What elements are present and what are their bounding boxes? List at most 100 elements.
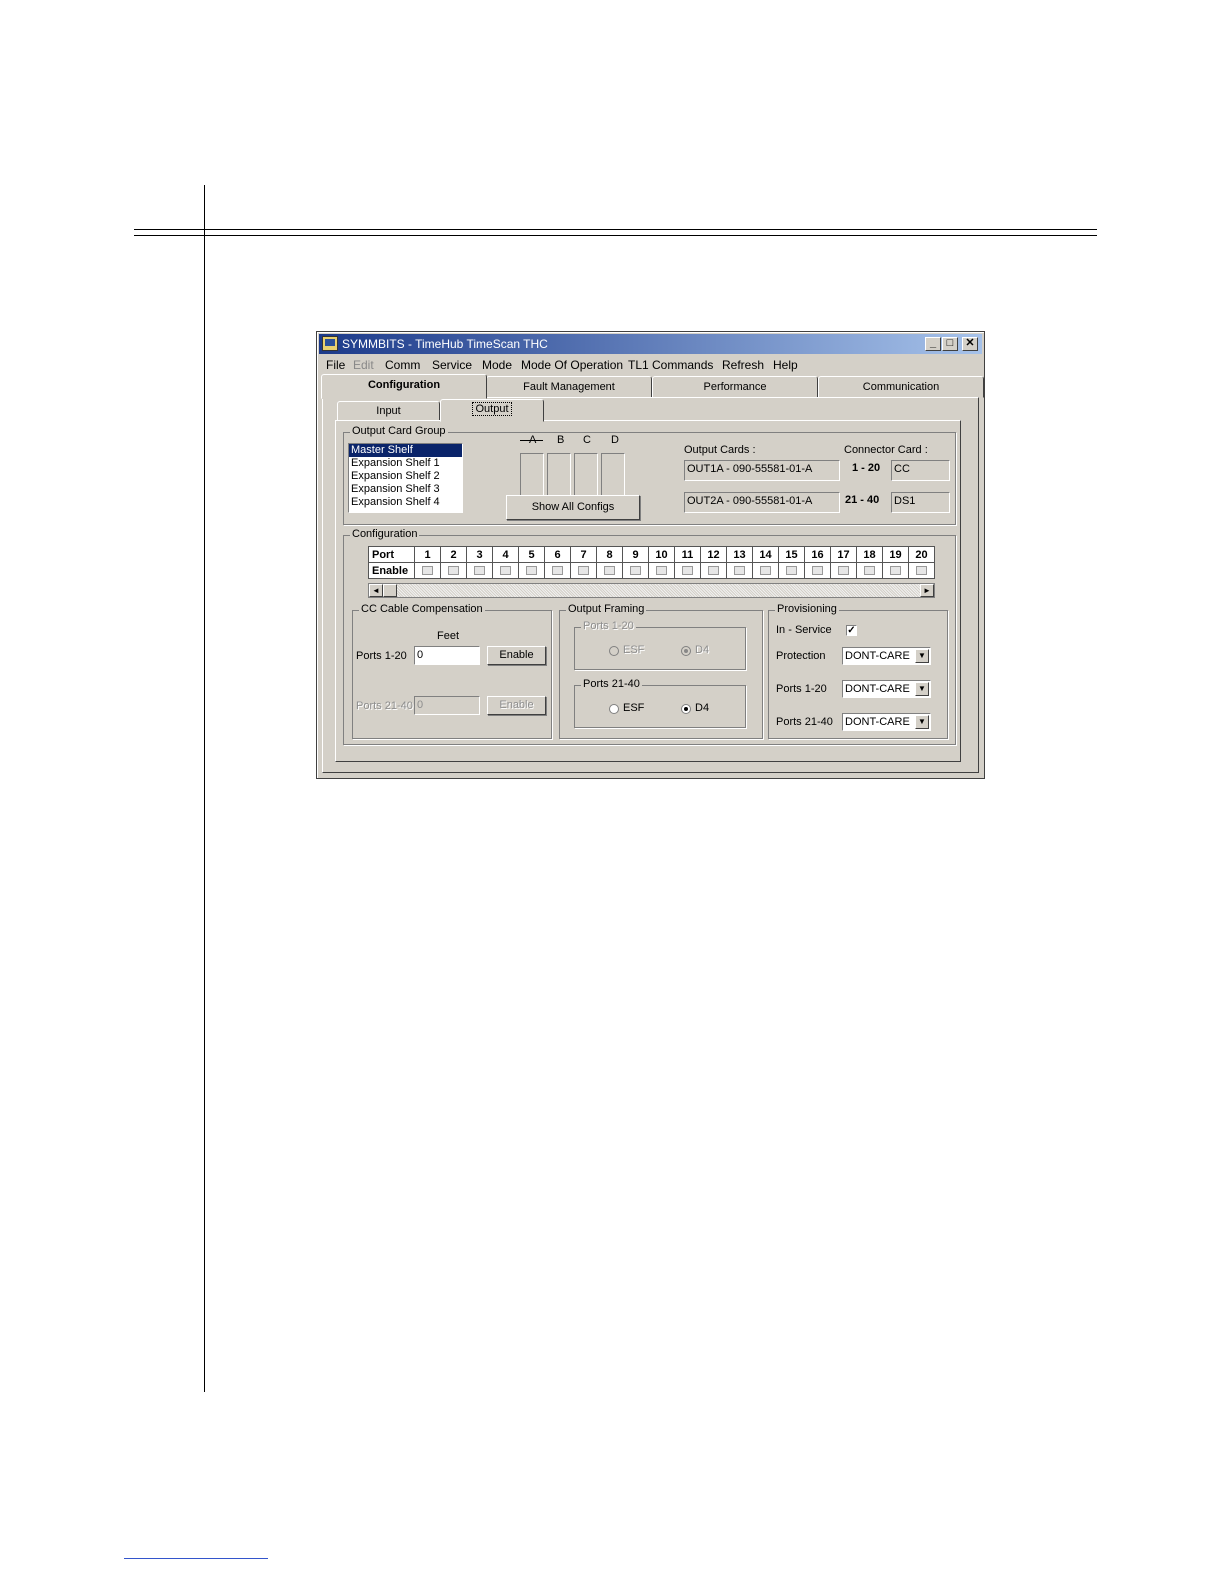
chevron-down-icon[interactable]: ▼ — [915, 715, 929, 729]
shelf-item-expansion-1[interactable]: Expansion Shelf 1 — [349, 457, 462, 470]
scroll-left-arrow-icon[interactable]: ◄ — [369, 584, 383, 597]
scroll-right-arrow-icon[interactable]: ► — [920, 584, 934, 597]
cc-ports-21-40-enable-button[interactable]: Enable — [487, 696, 546, 715]
protection-select[interactable]: DONT-CARE ▼ — [842, 647, 931, 665]
port-enable-checkbox[interactable] — [440, 562, 467, 579]
port-enable-checkbox[interactable] — [492, 562, 519, 579]
output-framing-label: Output Framing — [566, 603, 647, 615]
tab-output-label: Output — [472, 402, 512, 416]
close-button[interactable]: ✕ — [962, 337, 978, 351]
menu-file[interactable]: File — [326, 358, 345, 372]
prov-ports-1-20-value: DONT-CARE — [845, 683, 910, 695]
menu-mode-of-operation[interactable]: Mode Of Operation — [521, 358, 623, 372]
header-rule-bottom — [134, 235, 1097, 236]
output-card-group: Output Card Group Master Shelf Expansion… — [343, 425, 956, 525]
port-number: 2 — [440, 546, 467, 563]
chevron-down-icon[interactable]: ▼ — [915, 649, 929, 663]
output-card-1-field: OUT1A - 090-55581-01-A — [684, 460, 840, 481]
menu-help[interactable]: Help — [773, 358, 798, 372]
tab-performance[interactable]: Performance — [652, 376, 818, 398]
enable-header: Enable — [368, 562, 415, 579]
title-bar[interactable]: SYMMBITS - TimeHub TimeScan THC _ □ ✕ — [319, 334, 982, 354]
tab-input[interactable]: Input — [337, 401, 440, 421]
prov-ports-21-40-select[interactable]: DONT-CARE ▼ — [842, 713, 931, 731]
tab-output[interactable]: Output — [440, 399, 544, 422]
cc-ports-21-40-input[interactable]: 0 — [414, 696, 480, 715]
cc-ports-1-20-input[interactable]: 0 — [414, 646, 480, 665]
port-number: 17 — [830, 546, 857, 563]
port-enable-checkbox[interactable] — [622, 562, 649, 579]
port-enable-checkbox[interactable] — [856, 562, 883, 579]
port-enable-checkbox[interactable] — [830, 562, 857, 579]
port-enable-checkbox[interactable] — [596, 562, 623, 579]
shelf-listbox[interactable]: Master Shelf Expansion Shelf 1 Expansion… — [348, 443, 463, 513]
port-enable-checkbox[interactable] — [674, 562, 701, 579]
range-21-40-label: 21 - 40 — [845, 494, 880, 506]
app-window: SYMMBITS - TimeHub TimeScan THC _ □ ✕ Fi… — [316, 331, 985, 779]
prov-ports-21-40-label: Ports 21-40 — [776, 716, 833, 728]
port-enable-checkbox[interactable] — [648, 562, 675, 579]
minimize-button[interactable]: _ — [925, 337, 941, 351]
port-number: 18 — [856, 546, 883, 563]
port-number: 4 — [492, 546, 519, 563]
port-enable-checkbox[interactable] — [414, 562, 441, 579]
shelf-item-expansion-4[interactable]: Expansion Shelf 4 — [349, 496, 462, 509]
port-number: 13 — [726, 546, 753, 563]
cc-ports-1-20-enable-button[interactable]: Enable — [487, 646, 546, 665]
show-all-configs-button[interactable]: Show All Configs — [506, 495, 640, 520]
port-enable-checkbox[interactable] — [570, 562, 597, 579]
menu-edit[interactable]: Edit — [353, 358, 374, 372]
scroll-thumb[interactable] — [383, 584, 397, 597]
connector-card-1-field: CC — [891, 460, 950, 481]
connector-card-label: Connector Card : — [844, 444, 928, 456]
tab-communication[interactable]: Communication — [818, 376, 984, 398]
prov-ports-1-20-label: Ports 1-20 — [776, 683, 827, 695]
port-number: 14 — [752, 546, 779, 563]
framing-21-40-d4-radio[interactable] — [681, 704, 691, 714]
tab-configuration[interactable]: Configuration — [321, 374, 487, 399]
menu-mode[interactable]: Mode — [482, 358, 512, 372]
prov-ports-1-20-select[interactable]: DONT-CARE ▼ — [842, 680, 931, 698]
tab-fault-management[interactable]: Fault Management — [486, 376, 652, 398]
framing-ports-1-20-group: Ports 1-20 ESF D4 — [574, 620, 746, 670]
framing-21-40-d4-label: D4 — [695, 702, 710, 714]
shelf-item-master[interactable]: Master Shelf — [349, 444, 462, 457]
maximize-button[interactable]: □ — [942, 337, 958, 351]
framing-21-40-esf-label: ESF — [623, 702, 645, 714]
port-enable-checkbox[interactable] — [518, 562, 545, 579]
port-enable-checkbox[interactable] — [778, 562, 805, 579]
port-number: 12 — [700, 546, 727, 563]
menu-tl1-commands[interactable]: TL1 Commands — [628, 358, 713, 372]
menu-refresh[interactable]: Refresh — [722, 358, 764, 372]
port-number: 5 — [518, 546, 545, 563]
prov-ports-21-40-value: DONT-CARE — [845, 716, 910, 728]
menu-service[interactable]: Service — [432, 358, 472, 372]
framing-1-20-d4-radio[interactable] — [681, 646, 691, 656]
menu-comm[interactable]: Comm — [385, 358, 420, 372]
shelf-item-expansion-3[interactable]: Expansion Shelf 3 — [349, 483, 462, 496]
cc-ports-21-40-label: Ports 21-40 — [356, 700, 413, 712]
port-enable-checkbox[interactable] — [882, 562, 909, 579]
port-number: 9 — [622, 546, 649, 563]
port-enable-checkbox[interactable] — [908, 562, 935, 579]
port-enable-checkbox[interactable] — [544, 562, 571, 579]
port-enable-checkbox[interactable] — [752, 562, 779, 579]
framing-21-40-esf-radio[interactable] — [609, 704, 619, 714]
framing-1-20-esf-radio[interactable] — [609, 646, 619, 656]
window-title: SYMMBITS - TimeHub TimeScan THC — [342, 337, 548, 351]
port-enable-checkbox[interactable] — [466, 562, 493, 579]
port-enable-checkbox[interactable] — [700, 562, 727, 579]
in-service-checkbox[interactable]: ✓ — [846, 625, 857, 636]
port-number: 15 — [778, 546, 805, 563]
chevron-down-icon[interactable]: ▼ — [915, 682, 929, 696]
framing-ports-1-20-label: Ports 1-20 — [581, 620, 636, 632]
port-enable-checkbox[interactable] — [726, 562, 753, 579]
port-number: 20 — [908, 546, 935, 563]
feet-label: Feet — [437, 630, 460, 642]
framing-1-20-esf-label: ESF — [623, 644, 645, 656]
provisioning-group: Provisioning In - Service ✓ Protection D… — [768, 603, 948, 739]
port-enable-checkbox[interactable] — [804, 562, 831, 579]
shelf-item-expansion-2[interactable]: Expansion Shelf 2 — [349, 470, 462, 483]
port-grid-scrollbar[interactable]: ◄ ► — [368, 583, 935, 598]
menu-bar: File Edit Comm Service Mode Mode Of Oper… — [319, 356, 982, 374]
